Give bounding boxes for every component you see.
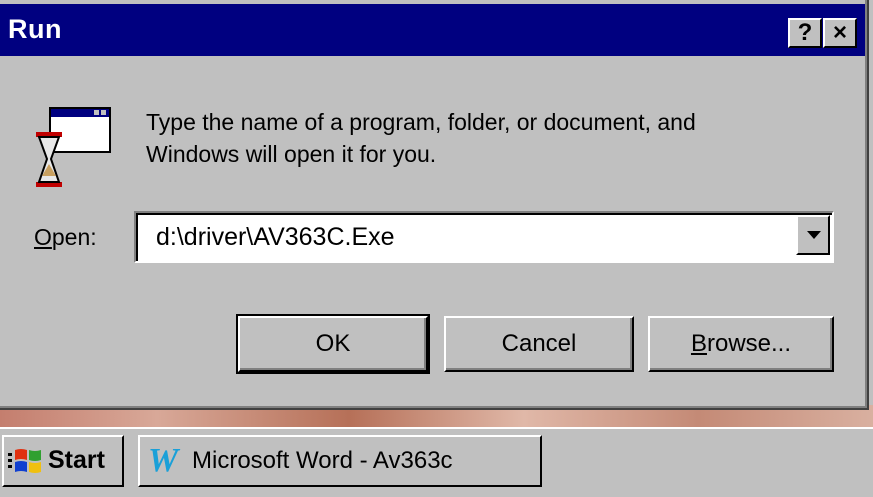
start-label: Start xyxy=(48,446,105,474)
instruction-text: Type the name of a program, folder, or d… xyxy=(146,106,696,170)
open-combobox[interactable]: d:\driver\AV363C.Exe xyxy=(134,211,834,263)
cancel-button[interactable]: Cancel xyxy=(444,316,634,372)
browse-accelerator: B xyxy=(690,330,707,357)
instruction-line-1: Type the name of a program, folder, or d… xyxy=(146,109,696,135)
open-label: Open: xyxy=(34,224,97,251)
open-label-text: pen: xyxy=(51,224,97,250)
word-icon: W xyxy=(148,442,179,479)
taskbar-button-label: Microsoft Word - Av363c xyxy=(192,447,453,474)
open-input[interactable]: d:\driver\AV363C.Exe xyxy=(156,223,395,252)
browse-button[interactable]: Browse... xyxy=(648,316,834,372)
taskbar-button-word[interactable]: W Microsoft Word - Av363c xyxy=(138,435,542,487)
title-bar[interactable]: Run ? × xyxy=(0,4,865,56)
browse-label: rowse... xyxy=(706,330,792,357)
instruction-line-2: Windows will open it for you. xyxy=(146,141,437,167)
open-label-accelerator: O xyxy=(34,224,52,250)
run-icon xyxy=(36,107,111,187)
dropdown-arrow-icon[interactable] xyxy=(796,215,830,255)
run-dialog: Run ? × Type the name of a program, fold… xyxy=(0,0,869,410)
start-button[interactable]: Start xyxy=(2,435,124,487)
ok-button[interactable]: OK xyxy=(236,314,430,374)
dialog-title: Run xyxy=(8,14,62,44)
taskbar: Start W Microsoft Word - Av363c xyxy=(0,427,873,497)
help-button[interactable]: ? xyxy=(788,18,822,48)
windows-logo-icon xyxy=(8,449,41,473)
close-button[interactable]: × xyxy=(823,18,857,48)
